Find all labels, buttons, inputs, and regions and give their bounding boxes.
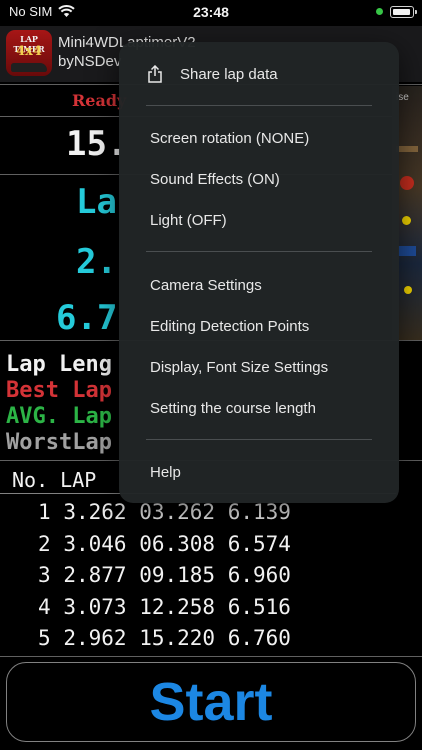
- menu-item-display-font[interactable]: Display, Font Size Settings: [150, 359, 328, 376]
- menu-separator: [146, 105, 372, 106]
- menu-item-editing-detection[interactable]: Editing Detection Points: [150, 318, 309, 335]
- menu-item-light[interactable]: Light (OFF): [150, 212, 227, 229]
- menu-item-share[interactable]: Share lap data: [180, 66, 278, 83]
- menu-separator: [146, 251, 372, 252]
- menu-item-screen-rotation[interactable]: Screen rotation (NONE): [150, 130, 309, 147]
- menu-item-course-length[interactable]: Setting the course length: [150, 400, 316, 417]
- menu-item-help[interactable]: Help: [150, 464, 181, 481]
- options-menu: Share lap data Screen rotation (NONE) So…: [119, 42, 399, 503]
- menu-separator: [146, 439, 372, 440]
- share-icon: [148, 65, 162, 83]
- menu-item-camera-settings[interactable]: Camera Settings: [150, 277, 262, 294]
- menu-item-sound-effects[interactable]: Sound Effects (ON): [150, 171, 280, 188]
